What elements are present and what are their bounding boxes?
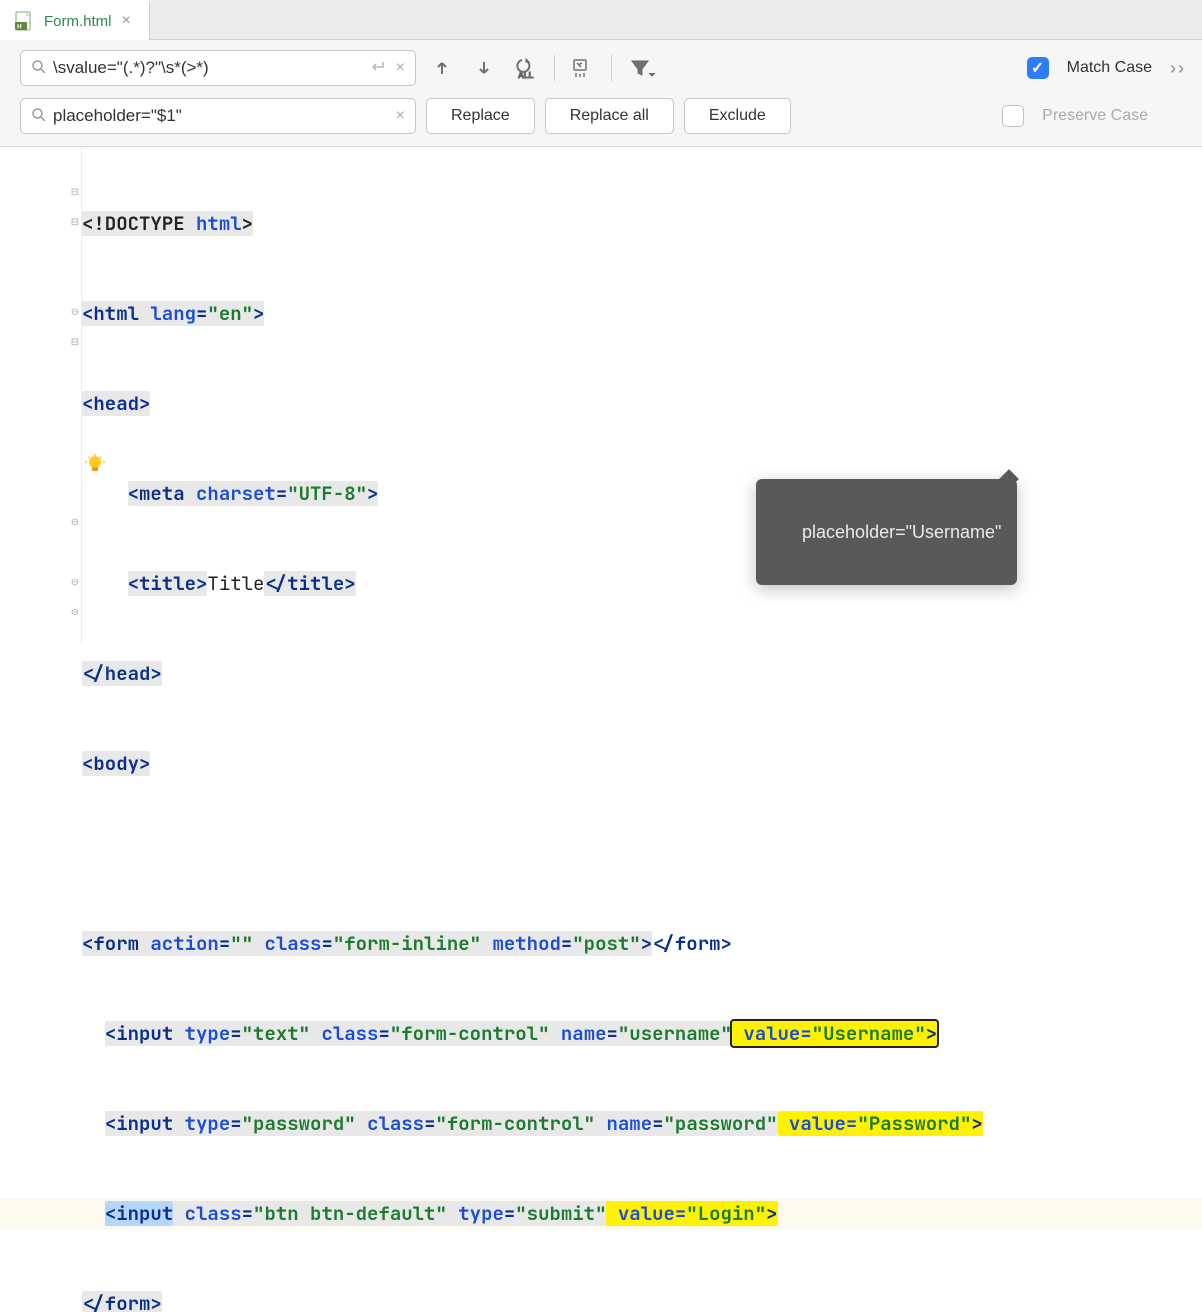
code-content[interactable]: <!DOCTYPE html> <html lang="en"> <head> …: [82, 147, 1202, 645]
text: <meta: [128, 481, 196, 506]
code-editor[interactable]: ⊟ ⊟ ⊖ ⊟ ⊖ ⊖ ⊖ <!DOCTYPE html> <html lang…: [0, 147, 1202, 645]
text: value=: [778, 1111, 858, 1136]
text: <html: [82, 301, 150, 326]
text: "form-control": [390, 1021, 550, 1046]
html-file-icon: H: [14, 11, 34, 31]
filter-button[interactable]: [624, 52, 662, 84]
text: value=: [606, 1201, 686, 1226]
text: type: [185, 1111, 231, 1136]
find-input[interactable]: [53, 58, 362, 78]
preserve-case-checkbox[interactable]: [1002, 105, 1024, 127]
text: </title>: [264, 571, 355, 596]
tooltip-text: placeholder="Username": [802, 522, 1001, 542]
replace-button[interactable]: Replace: [426, 98, 535, 134]
text: <head>: [82, 391, 150, 416]
fold-icon[interactable]: ⊖: [68, 305, 82, 319]
text: class: [321, 1021, 378, 1046]
text: >: [971, 1111, 982, 1136]
text: name: [561, 1021, 607, 1046]
text: >: [766, 1201, 777, 1226]
text: type: [185, 1021, 231, 1046]
text: type: [458, 1201, 504, 1226]
text: "Password": [857, 1111, 971, 1136]
text: >: [926, 1021, 937, 1046]
text: name: [607, 1111, 653, 1136]
text: "password": [242, 1111, 356, 1136]
tab-bar: H Form.html ×: [0, 0, 1202, 40]
replace-input-wrap: ×: [20, 98, 416, 134]
preserve-case-label: Preserve Case: [1042, 107, 1148, 125]
text: "UTF-8": [287, 481, 367, 506]
text: value=: [732, 1021, 812, 1046]
search-icon: [31, 107, 47, 126]
match-case-checkbox[interactable]: [1027, 57, 1049, 79]
text: "post": [572, 931, 640, 956]
svg-text:ALL: ALL: [518, 71, 534, 79]
text: html: [196, 211, 242, 236]
text: Title: [207, 571, 264, 596]
text: lang: [150, 301, 196, 326]
more-options-icon[interactable]: ››: [1162, 58, 1186, 79]
text: </form>: [652, 931, 732, 956]
text: "Username": [812, 1021, 926, 1046]
prev-match-button[interactable]: [426, 52, 458, 84]
text: "form-control": [435, 1111, 595, 1136]
text: <!DOCTYPE: [82, 211, 196, 236]
text: <input: [105, 1111, 185, 1136]
enter-icon: [368, 60, 386, 77]
fold-icon[interactable]: ⊖: [68, 605, 82, 619]
select-all-button[interactable]: ALL: [510, 52, 542, 84]
text: charset: [196, 481, 276, 506]
text: "Login": [686, 1201, 766, 1226]
text: <form: [82, 931, 150, 956]
next-match-button[interactable]: [468, 52, 500, 84]
text: >: [253, 301, 264, 326]
text: <title>: [128, 571, 208, 596]
replace-preview-tooltip: placeholder="Username": [756, 479, 1017, 585]
fold-icon[interactable]: ⊟: [68, 215, 82, 229]
replace-all-button[interactable]: Replace all: [545, 98, 674, 134]
find-replace-panel: × ALL Match Case ›› × R: [0, 40, 1202, 147]
text: "form-inline": [333, 931, 481, 956]
text: "text": [242, 1021, 310, 1046]
svg-text:H: H: [17, 24, 22, 31]
text: "submit": [515, 1201, 606, 1226]
tab-title: Form.html: [44, 13, 112, 30]
fold-icon[interactable]: ⊖: [68, 575, 82, 589]
text: "username": [618, 1021, 732, 1046]
gutter: ⊟ ⊟ ⊖ ⊟ ⊖ ⊖ ⊖: [0, 147, 82, 645]
text: "": [230, 931, 253, 956]
text: <input: [105, 1021, 185, 1046]
text: </head>: [82, 661, 162, 686]
text: class: [264, 931, 321, 956]
text: class: [185, 1201, 242, 1226]
fold-icon[interactable]: ⊖: [68, 515, 82, 529]
clear-replace-icon[interactable]: ×: [392, 107, 409, 125]
search-icon: [31, 59, 47, 78]
text: method: [492, 931, 560, 956]
text: >: [641, 931, 652, 956]
match-case-label[interactable]: Match Case: [1067, 59, 1152, 77]
text: </form>: [82, 1291, 162, 1312]
text: "password": [664, 1111, 778, 1136]
tab-form-html[interactable]: H Form.html ×: [0, 0, 150, 40]
text: >: [367, 481, 378, 506]
current-match: value="Username">: [732, 1021, 937, 1046]
clear-find-icon[interactable]: ×: [392, 59, 409, 77]
text: class: [367, 1111, 424, 1136]
text: <input: [105, 1201, 173, 1226]
text: action: [150, 931, 218, 956]
exclude-button[interactable]: Exclude: [684, 98, 791, 134]
text: "btn btn-default": [253, 1201, 447, 1226]
fold-icon[interactable]: ⊟: [68, 335, 82, 349]
text: "en": [207, 301, 253, 326]
text: >: [242, 211, 253, 236]
replace-input[interactable]: [53, 106, 386, 126]
fold-icon[interactable]: ⊟: [68, 185, 82, 199]
text: <body>: [82, 751, 150, 776]
find-input-wrap: ×: [20, 50, 416, 86]
add-selection-button[interactable]: [567, 52, 599, 84]
close-icon[interactable]: ×: [122, 12, 131, 30]
